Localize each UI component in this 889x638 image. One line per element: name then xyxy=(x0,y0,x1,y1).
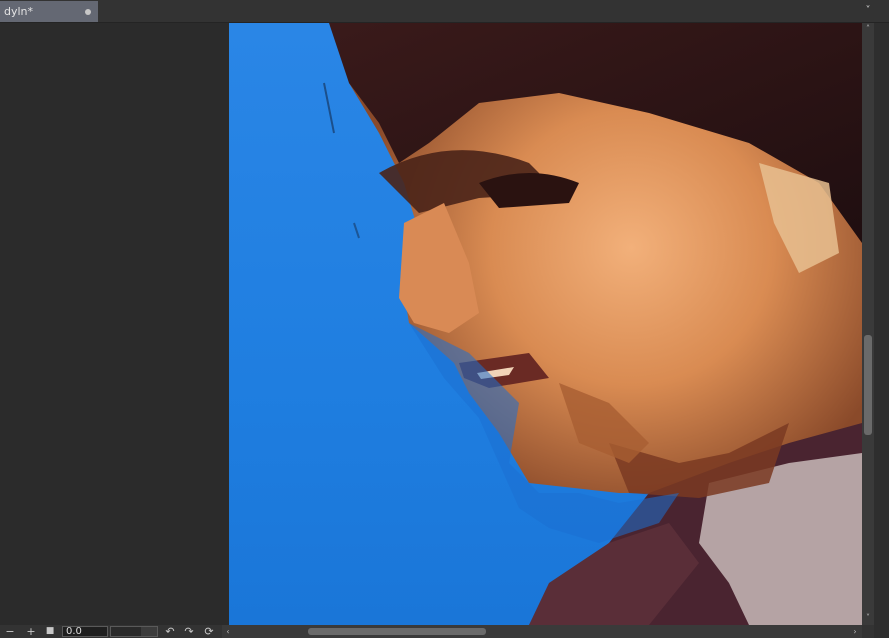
zoom-out-minus-icon[interactable]: − xyxy=(3,625,17,638)
vertical-scroll-thumb[interactable] xyxy=(864,335,872,435)
right-panel-edge xyxy=(874,23,889,638)
vertical-scrollbar[interactable]: ˄ ˅ xyxy=(862,23,874,625)
document-tab-label: dyln* xyxy=(4,5,34,18)
modified-dot-icon[interactable] xyxy=(85,9,91,15)
portrait-painting xyxy=(229,23,862,625)
scroll-down-chevron-down-icon[interactable]: ˅ xyxy=(862,612,874,624)
zoom-slider-fill xyxy=(111,627,141,636)
horizontal-scroll-thumb[interactable] xyxy=(308,628,486,635)
rotation-value-field[interactable]: 0.0 xyxy=(62,626,108,637)
scroll-up-chevron-up-icon[interactable]: ˄ xyxy=(862,23,874,35)
canvas-area[interactable] xyxy=(0,23,862,625)
zoom-slider[interactable] xyxy=(110,626,158,637)
zoom-in-plus-icon[interactable]: + xyxy=(24,625,38,638)
document-tab-bar: dyln* ˅ xyxy=(0,0,889,23)
document-tab[interactable]: dyln* xyxy=(0,1,98,22)
rotate-right-rotate-cw-icon[interactable]: ↷ xyxy=(182,625,196,638)
scroll-left-chevron-left-icon[interactable]: ‹ xyxy=(222,625,234,638)
painting-canvas[interactable] xyxy=(229,23,862,625)
rotate-left-rotate-ccw-icon[interactable]: ↶ xyxy=(163,625,177,638)
reset-rotation-icon[interactable]: ⟳ xyxy=(202,625,216,638)
scroll-right-chevron-right-icon[interactable]: › xyxy=(849,625,861,638)
stop-square-stop-icon[interactable]: ■ xyxy=(43,625,57,638)
horizontal-scrollbar[interactable]: ‹ › xyxy=(222,625,862,638)
tab-menu-chevron-down-icon[interactable]: ˅ xyxy=(860,3,876,19)
